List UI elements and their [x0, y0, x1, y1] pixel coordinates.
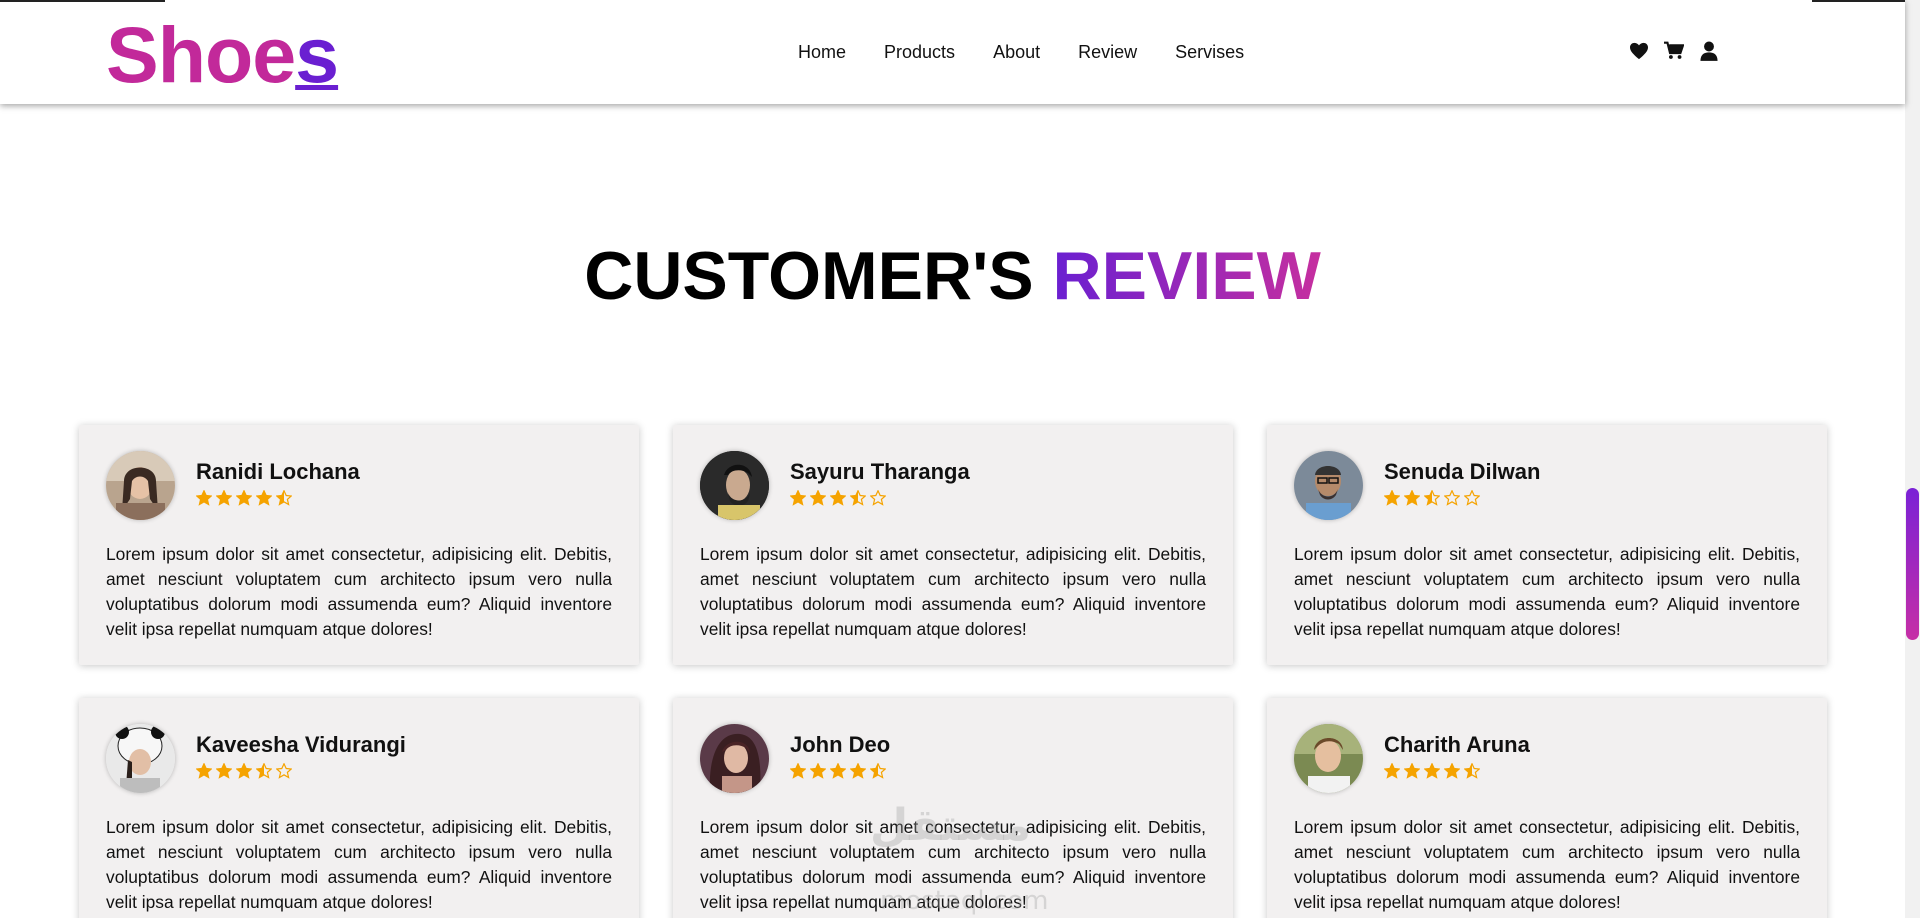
- star-full-icon: [790, 490, 806, 506]
- nav-link-review[interactable]: Review: [1078, 41, 1137, 63]
- star-full-icon: [790, 763, 806, 779]
- star-full-icon: [1404, 763, 1420, 779]
- review-card: Ranidi Lochana Lorem ipsum dolor sit ame…: [79, 425, 639, 665]
- review-card: Sayuru Tharanga Lorem ipsum dolor sit am…: [673, 425, 1233, 665]
- star-empty-icon: [276, 763, 292, 779]
- title-black-part: CUSTOMER'S: [584, 238, 1034, 314]
- star-full-icon: [216, 763, 232, 779]
- reviewer-name: Senuda Dilwan: [1384, 459, 1541, 484]
- star-full-icon: [1384, 763, 1400, 779]
- review-text: Lorem ipsum dolor sit amet consectetur, …: [106, 817, 612, 912]
- reviewer-name: Ranidi Lochana: [196, 459, 360, 484]
- review-card: Charith Aruna Lorem ipsum dolor sit amet…: [1267, 698, 1827, 918]
- star-empty-icon: [1464, 490, 1480, 506]
- review-text: Lorem ipsum dolor sit amet consectetur, …: [700, 544, 1206, 639]
- star-half-icon: [1464, 763, 1480, 779]
- nav-link-products[interactable]: Products: [884, 41, 955, 63]
- star-full-icon: [1384, 490, 1400, 506]
- star-full-icon: [810, 490, 826, 506]
- logo-text: Shoe: [106, 10, 296, 99]
- site-header: Shoes Home Products About Review Servise…: [0, 0, 1905, 104]
- star-full-icon: [236, 490, 252, 506]
- star-half-icon: [1424, 490, 1440, 506]
- avatar: [700, 451, 769, 520]
- rating-stars: [790, 490, 886, 506]
- nav-link-home[interactable]: Home: [798, 41, 846, 63]
- heart-icon[interactable]: [1628, 40, 1649, 61]
- star-full-icon: [236, 763, 252, 779]
- rating-stars: [196, 763, 292, 779]
- star-full-icon: [1444, 763, 1460, 779]
- review-card: Senuda Dilwan Lorem ipsum dolor sit amet…: [1267, 425, 1827, 665]
- star-full-icon: [1424, 763, 1440, 779]
- star-full-icon: [850, 763, 866, 779]
- star-full-icon: [830, 490, 846, 506]
- user-icon[interactable]: [1698, 40, 1719, 61]
- title-gradient-part: REVIEW: [1052, 238, 1321, 314]
- nav-link-servises[interactable]: Servises: [1175, 41, 1244, 63]
- star-full-icon: [830, 763, 846, 779]
- top-line-right: [1812, 0, 1905, 2]
- logo-accent-letter: s: [295, 10, 339, 99]
- site-logo[interactable]: Shoes: [106, 10, 339, 100]
- star-full-icon: [196, 763, 212, 779]
- avatar: [1294, 724, 1363, 793]
- star-empty-icon: [870, 490, 886, 506]
- avatar: [700, 724, 769, 793]
- star-empty-icon: [1444, 490, 1460, 506]
- star-half-icon: [276, 490, 292, 506]
- review-text: Lorem ipsum dolor sit amet consectetur, …: [106, 544, 612, 639]
- reviewer-name: Kaveesha Vidurangi: [196, 732, 406, 757]
- main-nav: Home Products About Review Servises: [798, 41, 1244, 63]
- avatar: [106, 451, 175, 520]
- rating-stars: [790, 763, 886, 779]
- review-text: Lorem ipsum dolor sit amet consectetur, …: [700, 817, 1206, 912]
- page-scrollbar-track[interactable]: [1905, 0, 1920, 918]
- nav-link-about[interactable]: About: [993, 41, 1040, 63]
- reviewer-name: Charith Aruna: [1384, 732, 1530, 757]
- top-line-left: [0, 0, 165, 2]
- star-half-icon: [850, 490, 866, 506]
- avatar: [106, 724, 175, 793]
- rating-stars: [196, 490, 292, 506]
- star-full-icon: [196, 490, 212, 506]
- review-text: Lorem ipsum dolor sit amet consectetur, …: [1294, 817, 1800, 912]
- star-half-icon: [256, 763, 272, 779]
- rating-stars: [1384, 490, 1480, 506]
- star-full-icon: [810, 763, 826, 779]
- star-full-icon: [1404, 490, 1420, 506]
- reviewer-name: John Deo: [790, 732, 891, 757]
- star-half-icon: [870, 763, 886, 779]
- cart-icon[interactable]: [1663, 40, 1684, 61]
- page-scrollbar-thumb[interactable]: [1906, 488, 1919, 640]
- star-full-icon: [256, 490, 272, 506]
- star-full-icon: [216, 490, 232, 506]
- reviewer-name: Sayuru Tharanga: [790, 459, 970, 484]
- avatar: [1294, 451, 1363, 520]
- review-card: John Deo Lorem ipsum dolor sit amet cons…: [673, 698, 1233, 918]
- header-icons: [1628, 40, 1719, 61]
- rating-stars: [1384, 763, 1480, 779]
- review-text: Lorem ipsum dolor sit amet consectetur, …: [1294, 544, 1800, 639]
- review-card: Kaveesha Vidurangi Lorem ipsum dolor sit…: [79, 698, 639, 918]
- section-title: CUSTOMER'S REVIEW: [0, 236, 1905, 316]
